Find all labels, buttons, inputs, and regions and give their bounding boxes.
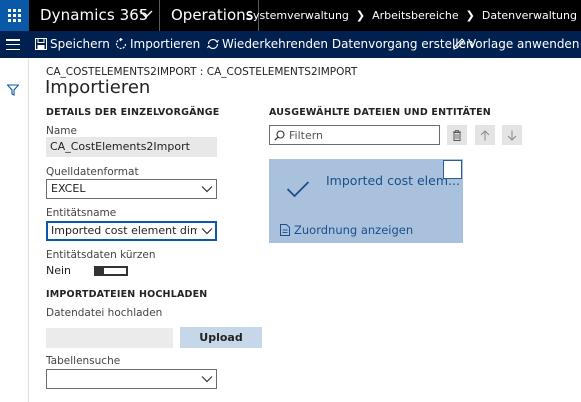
name-field: CA_CostElements2Import — [46, 137, 217, 157]
selected-files-section-title: AUSGEWÄHLTE DATEIEN UND ENTITÄTEN — [269, 107, 491, 118]
chevron-down-icon — [201, 186, 213, 193]
entity-name-select[interactable]: Imported cost element dimen — [46, 221, 217, 241]
details-section-title: DETAILS DER EINZELVORGÄNGE — [46, 107, 220, 118]
chevron-down-icon — [201, 376, 213, 383]
apply-template-button[interactable]: Vorlage anwenden — [453, 37, 579, 51]
save-button[interactable]: Speichern — [35, 37, 110, 51]
import-button[interactable]: Importieren — [115, 37, 200, 51]
pencil-icon — [453, 38, 465, 50]
view-mapping-link[interactable]: Zuordnung anzeigen — [280, 223, 413, 237]
arrow-up-icon — [480, 129, 490, 140]
mapping-document-icon — [280, 224, 290, 236]
hamburger-menu-icon[interactable] — [6, 39, 20, 50]
import-button-label: Importieren — [130, 37, 201, 51]
breadcrumb-item-arbeitsbereiche[interactable]: Arbeitsbereiche — [368, 9, 463, 22]
app-name[interactable]: Dynamics 365 — [40, 6, 149, 24]
create-recurring-job-label: Wiederkehrenden Datenvorgang erstellen — [222, 37, 474, 51]
recurring-icon — [207, 38, 219, 50]
waffle-icon — [8, 9, 21, 22]
view-mapping-label: Zuordnung anzeigen — [294, 223, 414, 237]
save-button-label: Speichern — [50, 37, 110, 51]
truncate-entity-data-label: Entitätsdaten kürzen — [46, 249, 156, 261]
upload-section-title: IMPORTDATEIEN HOCHLADEN — [46, 289, 208, 300]
move-down-button[interactable] — [502, 125, 522, 145]
filter-pane-rail — [0, 58, 29, 402]
truncate-entity-data-toggle[interactable] — [94, 266, 128, 276]
entity-tile-title: Imported cost elem... — [326, 173, 460, 188]
checkmark-icon — [286, 181, 310, 198]
move-up-button[interactable] — [475, 125, 495, 145]
refresh-icon — [115, 38, 127, 50]
breadcrumb-item-datenverwaltung[interactable]: Datenverwaltung — [478, 9, 581, 22]
top-navigation-bar: Dynamics 365 Operations Systemverwaltung… — [0, 0, 581, 31]
breadcrumb: Systemverwaltung ❯ Arbeitsbereiche ❯ Dat… — [242, 9, 581, 22]
table-search-select[interactable] — [46, 369, 217, 389]
filter-icon[interactable] — [7, 84, 19, 96]
delete-button[interactable] — [447, 125, 467, 145]
trash-icon — [453, 129, 461, 141]
truncate-toggle-state: Nein — [46, 264, 72, 277]
chevron-right-icon: ❯ — [465, 9, 475, 22]
chevron-right-icon: ❯ — [355, 9, 366, 22]
app-launcher-button[interactable] — [0, 0, 29, 31]
entity-tile[interactable]: Imported cost elem... Zuordnung anzeigen — [269, 159, 463, 243]
source-format-select[interactable]: EXCEL — [46, 179, 217, 199]
upload-file-label: Datendatei hochladen — [46, 307, 163, 319]
table-search-label: Tabellensuche — [46, 355, 121, 367]
search-icon — [274, 129, 285, 141]
divider — [159, 0, 160, 31]
name-label: Name — [46, 125, 77, 137]
source-format-label: Quelldatenformat — [46, 166, 139, 178]
tile-select-checkbox[interactable] — [443, 160, 462, 179]
source-format-value: EXCEL — [51, 182, 86, 195]
entity-name-label: Entitätsname — [46, 207, 117, 219]
apply-template-label: Vorlage anwenden — [468, 37, 580, 51]
toggle-knob — [104, 268, 126, 274]
chevron-down-icon — [201, 228, 213, 235]
create-recurring-job-button[interactable]: Wiederkehrenden Datenvorgang erstellen — [207, 37, 474, 51]
action-pane: Speichern Importieren Wiederkehrenden Da… — [0, 31, 581, 58]
arrow-down-icon — [507, 130, 517, 141]
save-icon — [35, 38, 47, 50]
chevron-down-icon[interactable] — [139, 6, 153, 22]
entity-name-value: Imported cost element dimen — [51, 224, 197, 237]
breadcrumb-item-systemverwaltung[interactable]: Systemverwaltung — [242, 9, 353, 22]
upload-file-field[interactable] — [46, 328, 173, 348]
upload-button[interactable]: Upload — [180, 327, 262, 348]
filter-placeholder: Filtern — [289, 128, 324, 142]
filter-input[interactable]: Filtern — [269, 125, 440, 145]
page-title: Importieren — [45, 77, 151, 98]
